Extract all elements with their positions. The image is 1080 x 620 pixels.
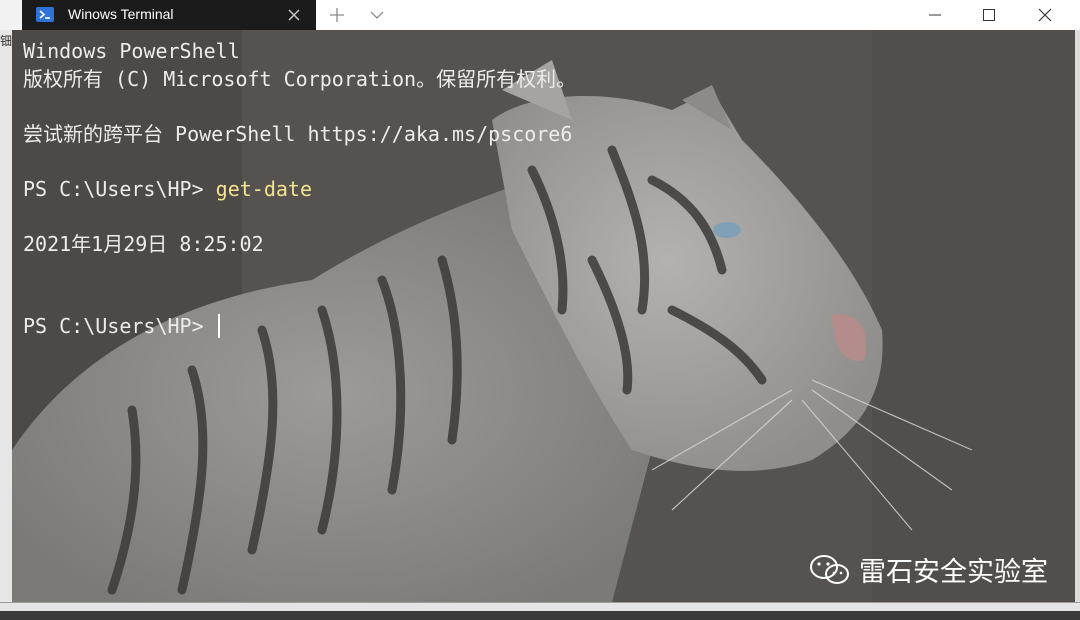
right-window-edge bbox=[1075, 30, 1080, 602]
line-try-new: 尝试新的跨平台 PowerShell https://aka.ms/pscore… bbox=[23, 121, 573, 146]
close-window-button[interactable] bbox=[1022, 0, 1068, 30]
date-output: 2021年1月29日 8:25:02 bbox=[23, 231, 264, 256]
plus-icon bbox=[330, 8, 344, 22]
terminal-output: Windows PowerShell 版权所有 (C) Microsoft Co… bbox=[23, 38, 576, 341]
prompt-1: PS C:\Users\HP> bbox=[23, 176, 216, 201]
prompt-2: PS C:\Users\HP> bbox=[23, 314, 216, 338]
left-edge-strip bbox=[0, 0, 23, 30]
minimize-button[interactable] bbox=[912, 0, 958, 30]
wechat-icon bbox=[810, 554, 849, 584]
new-tab-button[interactable] bbox=[322, 0, 352, 30]
chevron-down-icon bbox=[370, 11, 384, 19]
bottom-window-edge bbox=[0, 602, 1080, 620]
tab-windows-terminal[interactable]: Winows Terminal bbox=[22, 0, 316, 30]
watermark: 雷石安全实验室 bbox=[809, 550, 1048, 589]
minimize-icon bbox=[929, 14, 941, 16]
terminal-window: Winows Terminal 钿 Windows PowerShell 版权所… bbox=[0, 0, 1080, 620]
text-cursor[interactable] bbox=[217, 314, 220, 338]
line-windows-powershell: Windows PowerShell bbox=[23, 39, 240, 63]
title-bar: Winows Terminal bbox=[0, 0, 1080, 30]
line-copyright: 版权所有 (C) Microsoft Corporation。保留所有权利。 bbox=[23, 66, 577, 91]
edge-glyph: 钿 bbox=[0, 34, 13, 48]
maximize-button[interactable] bbox=[966, 0, 1012, 30]
tab-dropdown-button[interactable] bbox=[362, 0, 392, 30]
command-get-date: get-date bbox=[215, 176, 312, 201]
close-icon bbox=[1038, 8, 1052, 22]
powershell-icon bbox=[36, 7, 54, 22]
watermark-text: 雷石安全实验室 bbox=[859, 557, 1048, 588]
left-window-edge: 钿 bbox=[0, 30, 12, 602]
maximize-icon bbox=[983, 9, 995, 21]
terminal-pane[interactable]: Windows PowerShell 版权所有 (C) Microsoft Co… bbox=[12, 30, 1080, 602]
tab-label: Winows Terminal bbox=[68, 6, 174, 22]
tab-close-icon[interactable] bbox=[284, 5, 304, 25]
